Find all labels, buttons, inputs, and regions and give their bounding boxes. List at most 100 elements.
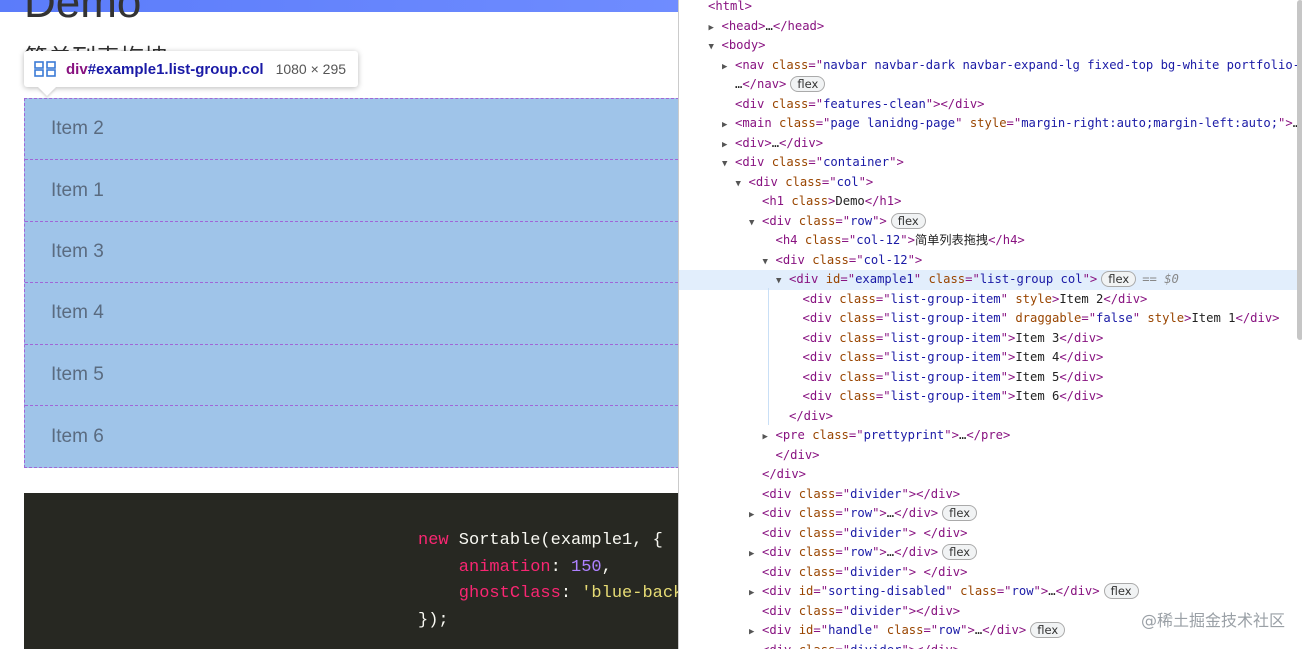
markup-token: Item 2	[1059, 291, 1104, 306]
indent-guide	[768, 288, 769, 425]
markup-token: class	[839, 311, 876, 325]
markup-token: list-group-item	[890, 291, 1001, 306]
dom-node[interactable]: <div class="list-group-item" style>Item …	[790, 290, 1148, 310]
markup-token: row	[938, 623, 961, 637]
list-item[interactable]: Item 2	[25, 99, 678, 161]
markup-token: divider	[850, 486, 902, 501]
dom-node[interactable]: ▼ <div class="container">	[722, 153, 904, 173]
dom-node[interactable]: <div class="divider"></div>	[749, 641, 960, 649]
flex-badge[interactable]: flex	[1030, 622, 1066, 638]
markup-token: navbar navbar-dark navbar-expand-lg fixe…	[823, 57, 1302, 72]
dom-node[interactable]: <div class="divider"> </div>	[749, 563, 967, 583]
sortable-list[interactable]: Item 2 Item 1 Item 3 Item 4 Item 5 Item 6	[24, 98, 678, 468]
dom-node[interactable]: ▼ <div class="col-12">	[763, 251, 923, 271]
dom-node[interactable]: <h4 class="col-12">简单列表拖拽</h4>	[763, 231, 1025, 251]
dom-node[interactable]: …</nav> flex	[722, 75, 826, 95]
dom-node[interactable]: ▶ <div class="row">…</div> flex	[749, 543, 978, 563]
tooltip-dimensions: 1080 × 295	[275, 61, 347, 77]
dom-node[interactable]: <div class="divider"></div>	[749, 602, 960, 622]
dom-node[interactable]: <div class="features-clean"></div>	[722, 95, 985, 115]
dom-node[interactable]: ▶ <pre class="prettyprint">…</pre>	[763, 426, 1011, 446]
dom-node[interactable]: ▶ <div>…</div>	[722, 134, 823, 154]
dom-node[interactable]: ▶ <main class="page lanidng-page" style="…	[722, 114, 1300, 134]
markup-token: <h1	[762, 194, 792, 208]
markup-token: class	[779, 116, 816, 130]
list-item[interactable]: Item 4	[25, 283, 678, 345]
list-item[interactable]: Item 6	[25, 406, 678, 467]
flex-badge[interactable]: flex	[942, 544, 978, 560]
dom-node[interactable]: <div class="divider"></div>	[749, 485, 960, 505]
markup-token: class	[839, 350, 876, 364]
markup-token: …	[765, 18, 773, 33]
watermark: @稀土掘金技术社区	[1140, 611, 1285, 630]
markup-token: class	[839, 369, 876, 384]
markup-token: ="	[875, 311, 891, 325]
dom-node[interactable]: ▶ <div id="sorting-disabled" class="row">…	[749, 582, 1139, 602]
dom-node[interactable]: <div class="list-group-item">Item 4</div…	[790, 348, 1104, 368]
dom-node[interactable]: </div>	[763, 446, 820, 466]
expanded-arrow-icon[interactable]: ▼	[749, 214, 762, 234]
markup-token: ="	[875, 369, 891, 384]
markup-token: handle	[828, 623, 873, 637]
flex-badge[interactable]: flex	[1101, 271, 1137, 287]
expanded-arrow-icon[interactable]: ▼	[709, 38, 722, 58]
markup-token: page lanidng-page	[830, 116, 956, 130]
markup-token: "	[1000, 311, 1016, 325]
markup-token: row	[1011, 584, 1034, 598]
markup-token: id	[798, 584, 814, 598]
expanded-arrow-icon[interactable]: ▼	[722, 155, 735, 175]
markup-token: ">	[960, 623, 975, 637]
dom-node[interactable]: <div class="divider"> </div>	[749, 524, 967, 544]
expanded-arrow-icon[interactable]: ▼	[776, 272, 789, 292]
flex-badge[interactable]: flex	[942, 505, 978, 521]
markup-token: class	[799, 643, 836, 649]
markup-token: class	[798, 486, 836, 501]
dom-node[interactable]: </div>	[776, 407, 833, 427]
dom-node[interactable]: ▼ <body>	[709, 36, 766, 56]
markup-token: </div>	[1235, 311, 1280, 325]
dom-node[interactable]: <div class="list-group-item" draggable="…	[790, 309, 1280, 329]
dom-node[interactable]: ▶ <nav class="navbar navbar-dark navbar-e…	[722, 56, 1302, 76]
markup-token: </div>	[894, 545, 939, 559]
markup-token: id	[825, 272, 841, 286]
markup-token: <div	[762, 213, 799, 228]
markup-token: ">	[889, 155, 904, 169]
dom-node[interactable]: <h1 class>Demo</h1>	[749, 192, 901, 212]
list-item[interactable]: Item 3	[25, 222, 678, 284]
markup-token: list-group-item	[890, 389, 1001, 403]
dom-node[interactable]: <html>	[695, 0, 752, 17]
markup-token: class	[839, 330, 876, 345]
markup-token: <div	[802, 291, 840, 306]
dom-node[interactable]: <div class="list-group-item">Item 6</div…	[790, 387, 1104, 407]
markup-token: <nav	[735, 57, 772, 72]
expanded-arrow-icon[interactable]: ▼	[736, 175, 749, 195]
dom-node[interactable]: ▶ <div id="handle" class="row">…</div> fle…	[749, 621, 1066, 641]
markup-token: class	[798, 525, 836, 540]
dom-node[interactable]: <div class="list-group-item">Item 5</div…	[790, 368, 1104, 388]
dom-node[interactable]: </div>	[749, 465, 806, 485]
devtools-elements-panel: ••• <html>▶<head>…</head>▼<body>▶<nav cl…	[678, 0, 1302, 649]
list-item[interactable]: Item 1	[25, 160, 678, 222]
markup-token: </head>	[772, 18, 825, 33]
code-token: ghostClass	[418, 584, 561, 603]
dom-node[interactable]: ▼ <div class="col">	[736, 173, 874, 193]
markup-token: "	[1000, 291, 1016, 306]
markup-token: row	[850, 545, 873, 559]
scrollbar[interactable]	[1297, 0, 1302, 340]
dom-node[interactable]: ▼ <div class="row"> flex	[749, 212, 926, 232]
markup-token: divider	[850, 564, 902, 579]
dom-node[interactable]: ▶ <head>…</head>	[709, 17, 825, 37]
list-item[interactable]: Item 5	[25, 345, 678, 406]
markup-token: Item 1	[1191, 311, 1236, 325]
markup-token: ="	[808, 96, 824, 111]
flex-badge[interactable]: flex	[890, 212, 926, 229]
markup-token: "></div>	[925, 96, 985, 111]
dom-node-selected[interactable]: ▼ <div id="example1" class="list-group co…	[679, 270, 1297, 290]
markup-token: </div>	[762, 467, 807, 481]
flex-badge[interactable]: flex	[790, 76, 826, 92]
dom-node[interactable]: <div class="list-group-item">Item 3</div…	[790, 329, 1104, 349]
markup-token: ">	[858, 174, 874, 189]
flex-badge[interactable]: flex	[1103, 583, 1139, 599]
code-token: Sortable(example1, {	[448, 531, 663, 550]
dom-node[interactable]: ▶ <div class="row">…</div> flex	[749, 504, 978, 524]
